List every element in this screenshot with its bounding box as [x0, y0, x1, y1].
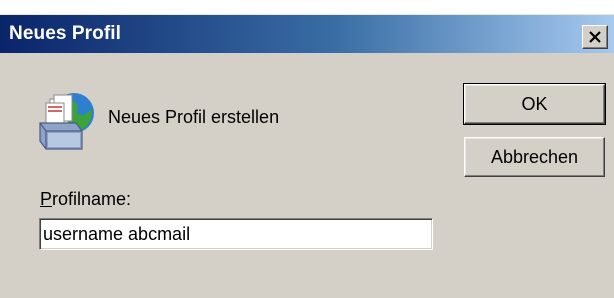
- cancel-button[interactable]: Abbrechen: [464, 137, 605, 177]
- profile-name-label: Profilname:: [40, 189, 131, 210]
- ok-button[interactable]: OK: [463, 83, 606, 125]
- title-bar[interactable]: Neues Profil: [0, 15, 614, 53]
- profile-name-label-rest: rofilname:: [52, 189, 132, 209]
- dialog-heading: Neues Profil erstellen: [108, 107, 280, 127]
- profile-name-label-accel: P: [40, 189, 53, 209]
- close-button[interactable]: [582, 25, 608, 49]
- new-profile-dialog: Neues Profil Neues Profil erstellen OK A…: [0, 14, 614, 298]
- mail-profile-icon: [39, 93, 94, 150]
- window-title: Neues Profil: [9, 23, 122, 44]
- close-icon: [589, 31, 601, 43]
- profile-name-input[interactable]: username abcmail: [39, 218, 433, 250]
